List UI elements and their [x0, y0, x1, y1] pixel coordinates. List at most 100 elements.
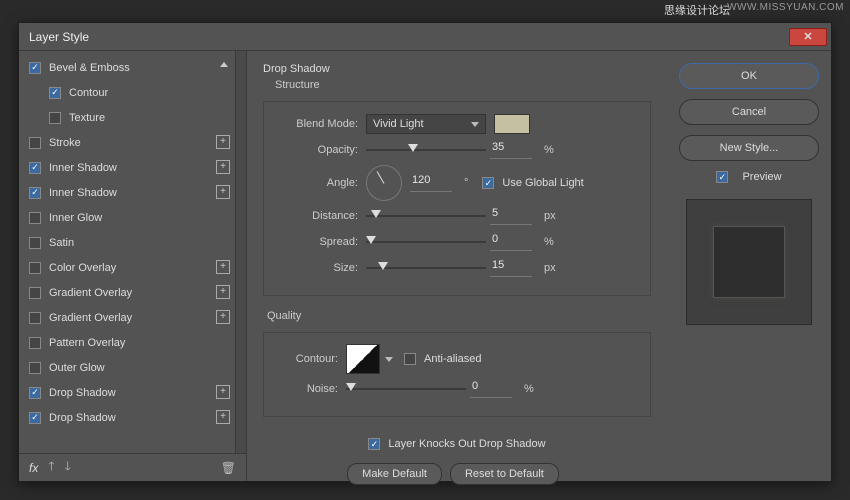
quality-group: Contour: Anti-aliased Noise: 0 %: [263, 332, 651, 417]
effect-label: Inner Shadow: [49, 187, 117, 199]
effect-row-color-overlay[interactable]: Color Overlay+: [19, 255, 246, 280]
distance-unit: px: [544, 210, 556, 222]
scrollbar-thumb[interactable]: [237, 55, 245, 81]
noise-label: Noise:: [280, 383, 338, 395]
effect-row-contour[interactable]: ✓Contour: [19, 80, 246, 105]
effect-label: Bevel & Emboss: [49, 62, 130, 74]
effect-label: Outer Glow: [49, 362, 105, 374]
effect-checkbox[interactable]: [29, 262, 41, 274]
blend-mode-dropdown[interactable]: Vivid Light: [366, 114, 486, 134]
effect-row-gradient-overlay[interactable]: Gradient Overlay+: [19, 280, 246, 305]
preview-label: Preview: [742, 171, 781, 183]
size-value[interactable]: 15: [490, 259, 532, 277]
effect-row-pattern-overlay[interactable]: Pattern Overlay: [19, 330, 246, 355]
effect-row-satin[interactable]: Satin: [19, 230, 246, 255]
add-effect-icon[interactable]: +: [216, 260, 230, 274]
effect-checkbox[interactable]: [49, 112, 61, 124]
effect-row-inner-glow[interactable]: Inner Glow: [19, 205, 246, 230]
effect-checkbox[interactable]: [29, 237, 41, 249]
layer-style-dialog: Layer Style ✕ ✓ Bevel & Emboss ✓ContourTex…: [18, 22, 832, 482]
close-button[interactable]: ✕: [789, 28, 827, 46]
add-effect-icon[interactable]: +: [216, 160, 230, 174]
close-icon: ✕: [803, 30, 812, 43]
effect-checkbox[interactable]: [29, 287, 41, 299]
effect-label: Inner Shadow: [49, 162, 117, 174]
preview-checkbox[interactable]: ✓: [716, 171, 728, 183]
arrow-up-icon[interactable]: 🡑: [48, 457, 54, 478]
effect-row-outer-glow[interactable]: Outer Glow: [19, 355, 246, 380]
trash-icon[interactable]: 🗑: [221, 461, 236, 475]
effect-label: Inner Glow: [49, 212, 102, 224]
effect-row-drop-shadow[interactable]: ✓ Drop Shadow +: [19, 405, 246, 430]
effect-label: Satin: [49, 237, 74, 249]
spread-unit: %: [544, 236, 554, 248]
contour-picker[interactable]: [346, 344, 380, 374]
color-swatch[interactable]: [494, 114, 530, 134]
blend-mode-value: Vivid Light: [373, 118, 424, 130]
fx-icon[interactable]: fx: [29, 461, 38, 475]
contour-label: Contour:: [280, 353, 338, 365]
chevron-up-icon[interactable]: [220, 62, 228, 67]
knockout-label: Layer Knocks Out Drop Shadow: [388, 438, 545, 450]
noise-value[interactable]: 0: [470, 380, 512, 398]
add-effect-icon[interactable]: +: [216, 285, 230, 299]
effect-row-inner-shadow[interactable]: ✓ Inner Shadow +: [19, 155, 246, 180]
dialog-title: Layer Style: [29, 30, 89, 44]
effect-label: Drop Shadow: [49, 412, 116, 424]
effect-checkbox[interactable]: [29, 137, 41, 149]
spread-label: Spread:: [280, 236, 358, 248]
structure-group: Blend Mode: Vivid Light Opacity: 35 % An…: [263, 101, 651, 296]
effect-checkbox[interactable]: [29, 312, 41, 324]
add-effect-icon[interactable]: +: [216, 135, 230, 149]
effect-checkbox[interactable]: ✓: [29, 62, 41, 74]
noise-slider[interactable]: [346, 379, 466, 399]
preview-thumbnail: [686, 199, 812, 325]
new-style-button[interactable]: New Style...: [679, 135, 819, 161]
opacity-value[interactable]: 35: [490, 141, 532, 159]
effect-row-inner-shadow[interactable]: ✓ Inner Shadow +: [19, 180, 246, 205]
effect-row-bevel-emboss[interactable]: ✓ Bevel & Emboss: [19, 55, 246, 80]
effect-checkbox[interactable]: ✓: [29, 387, 41, 399]
add-effect-icon[interactable]: +: [216, 185, 230, 199]
effect-checkbox[interactable]: ✓: [29, 162, 41, 174]
opacity-label: Opacity:: [280, 144, 358, 156]
arrow-down-icon[interactable]: 🡓: [65, 457, 71, 478]
add-effect-icon[interactable]: +: [216, 385, 230, 399]
spread-slider[interactable]: [366, 232, 486, 252]
add-effect-icon[interactable]: +: [216, 410, 230, 424]
watermark-en: WWW.MISSYUAN.COM: [727, 2, 844, 13]
effect-checkbox[interactable]: [29, 212, 41, 224]
effect-checkbox[interactable]: [29, 337, 41, 349]
make-default-button[interactable]: Make Default: [347, 463, 442, 485]
effect-checkbox[interactable]: [29, 362, 41, 374]
effect-row-gradient-overlay[interactable]: Gradient Overlay+: [19, 305, 246, 330]
effects-footer: fx 🡑 🡓 🗑: [19, 453, 246, 481]
opacity-slider[interactable]: [366, 140, 486, 160]
size-unit: px: [544, 262, 556, 274]
effect-row-texture[interactable]: Texture: [19, 105, 246, 130]
effect-row-stroke[interactable]: Stroke+: [19, 130, 246, 155]
angle-value[interactable]: 120: [410, 174, 452, 192]
effect-checkbox[interactable]: ✓: [29, 412, 41, 424]
angle-unit: °: [464, 177, 468, 189]
cancel-button[interactable]: Cancel: [679, 99, 819, 125]
antialias-checkbox[interactable]: [404, 353, 416, 365]
spread-value[interactable]: 0: [490, 233, 532, 251]
watermark-cn: 思缘设计论坛: [664, 2, 730, 18]
effect-row-drop-shadow[interactable]: ✓Drop Shadow+: [19, 380, 246, 405]
effects-sidebar: ✓ Bevel & Emboss ✓ContourTextureStroke+ ✓ In…: [19, 51, 247, 481]
blend-mode-label: Blend Mode:: [280, 118, 358, 130]
ok-button[interactable]: OK: [679, 63, 819, 89]
angle-dial[interactable]: [366, 165, 402, 201]
size-slider[interactable]: [366, 258, 486, 278]
effect-checkbox[interactable]: ✓: [29, 187, 41, 199]
add-effect-icon[interactable]: +: [216, 310, 230, 324]
title-bar: Layer Style ✕: [19, 23, 831, 51]
use-global-checkbox[interactable]: ✓: [482, 177, 494, 189]
angle-label: Angle:: [280, 177, 358, 189]
reset-default-button[interactable]: Reset to Default: [450, 463, 559, 485]
distance-slider[interactable]: [366, 206, 486, 226]
knockout-checkbox[interactable]: ✓: [368, 438, 380, 450]
effect-checkbox[interactable]: ✓: [49, 87, 61, 99]
distance-value[interactable]: 5: [490, 207, 532, 225]
